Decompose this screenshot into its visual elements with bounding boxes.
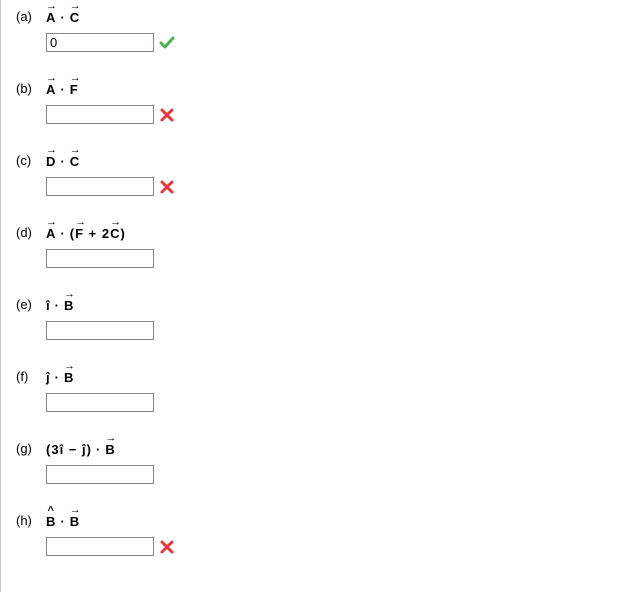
answer-input[interactable] — [46, 465, 154, 484]
cross-icon — [159, 539, 175, 555]
answer-input[interactable] — [46, 249, 154, 268]
part-letter: (g) — [16, 441, 46, 456]
cross-icon — [159, 179, 175, 195]
part-letter: (f) — [16, 369, 46, 384]
part-letter: (h) — [16, 513, 46, 528]
question-part: (g)(3î − ĵ)·B — [16, 440, 622, 484]
part-letter: (d) — [16, 225, 46, 240]
answer-input[interactable] — [46, 537, 154, 556]
answer-input[interactable] — [46, 177, 154, 196]
expression: î·B — [46, 296, 74, 313]
expression: ĵ·B — [46, 368, 74, 385]
question-part: (e)î·B — [16, 296, 622, 340]
question-part: (f)ĵ·B — [16, 368, 622, 412]
expression: A·F — [46, 80, 79, 97]
expression: B·B — [46, 512, 80, 529]
expression: A·(F + 2C) — [46, 224, 126, 241]
question-part: (a)A·C — [16, 8, 622, 52]
part-letter: (b) — [16, 81, 46, 96]
answer-input[interactable] — [46, 33, 154, 52]
expression: A·C — [46, 8, 80, 25]
question-part: (h)B·B — [16, 512, 622, 556]
answer-input[interactable] — [46, 105, 154, 124]
cross-icon — [159, 107, 175, 123]
part-letter: (c) — [16, 153, 46, 168]
question-part: (c)D·C — [16, 152, 622, 196]
part-letter: (e) — [16, 297, 46, 312]
question-part: (b)A·F — [16, 80, 622, 124]
expression: D·C — [46, 152, 80, 169]
check-icon — [159, 35, 175, 51]
expression: (3î − ĵ)·B — [46, 440, 116, 457]
answer-input[interactable] — [46, 393, 154, 412]
part-letter: (a) — [16, 9, 46, 24]
answer-input[interactable] — [46, 321, 154, 340]
question-part: (d)A·(F + 2C) — [16, 224, 622, 268]
